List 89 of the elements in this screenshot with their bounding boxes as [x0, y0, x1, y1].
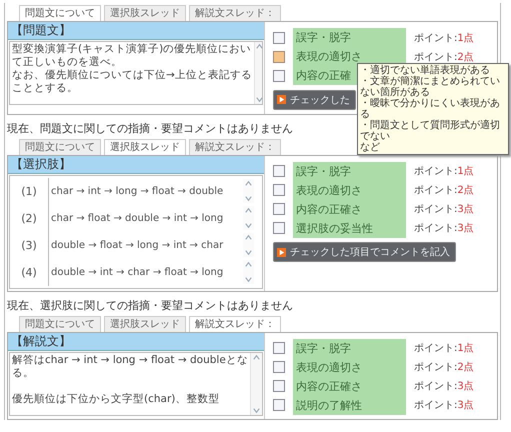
scrollbar[interactable] — [243, 233, 254, 257]
comment-button[interactable]: チェックした項目でコメントを記入 — [273, 242, 456, 262]
checkbox[interactable] — [273, 203, 285, 215]
check-label: 表現の適切さ — [293, 180, 406, 200]
choice-text: double → float → long → int → char — [51, 240, 224, 250]
points-value: 3点 — [457, 202, 474, 216]
choice-number: (3) — [20, 238, 38, 252]
text-line: こととする。 — [12, 82, 79, 95]
tab[interactable]: 解説文スレッド： — [189, 5, 281, 21]
checkbox[interactable] — [273, 165, 285, 177]
tab[interactable]: 選択肢スレッド — [104, 138, 186, 154]
text-line: なお、優先順位については下位→上位と表記する — [12, 69, 252, 82]
check-label: 誤字・脱字 — [293, 338, 406, 358]
check-label: 表現の適切さ — [293, 358, 406, 376]
comment-status: 現在、選択肢に関しての指摘・要望コメントはありません — [7, 298, 293, 312]
section-heading: 【解説文】 — [8, 332, 264, 350]
points-value: 1点 — [457, 342, 474, 355]
choice-text: char → int → long → float → double — [51, 186, 224, 196]
points-label: ポイント: — [414, 184, 458, 197]
choice-field[interactable]: double → float → long → int → char — [48, 232, 254, 258]
tab[interactable]: 問題文について — [19, 138, 101, 154]
text-area[interactable]: 型変換演算子(キャスト演算子)の優先順位におい て正しいものを選べ。 なお、優先順位については下位→上位と表記する こととする。 — [9, 41, 263, 105]
tooltip-line: ・問題文として質問形式が適切でない — [360, 120, 501, 142]
points-label: ポイント: — [414, 342, 458, 355]
checkbox[interactable] — [273, 361, 285, 373]
text-line: 解答はchar → int → long → float → doubleとな — [12, 354, 248, 366]
text-line: 型変換演算子(キャスト演算子)の優先順位におい — [12, 43, 252, 56]
section-heading: 【問題文】 — [8, 22, 264, 40]
points-value: 1点 — [457, 32, 474, 44]
checkbox[interactable] — [273, 50, 285, 62]
comment-button[interactable]: チェックした — [273, 90, 356, 110]
check-label: 説明の了解性 — [293, 396, 406, 414]
scrollbar[interactable] — [243, 179, 254, 203]
play-icon — [277, 248, 286, 256]
choice-text: double → int → char → float → long — [51, 266, 224, 278]
points-value: 2点 — [457, 50, 474, 64]
points-label: ポイント: — [414, 203, 458, 216]
text-line: 優先順位は下位から文字型(char)、整数型 — [12, 392, 220, 406]
points-label: ポイント: — [414, 50, 458, 64]
points-value: 3点 — [457, 380, 474, 393]
checkbox[interactable] — [273, 184, 285, 196]
check-label: 誤字・脱字 — [293, 162, 406, 180]
points-value: 2点 — [457, 360, 474, 374]
points-label: ポイント: — [414, 165, 458, 178]
scrollbar[interactable] — [254, 42, 262, 104]
check-label: 内容の正確さ — [293, 200, 406, 218]
points-label: ポイント: — [414, 380, 458, 393]
choice-field[interactable]: char → float → double → int → long — [48, 204, 254, 232]
tooltip-line: など — [360, 142, 381, 153]
choice-field[interactable]: double → int → char → float → long — [48, 258, 254, 286]
points-label: ポイント: — [414, 399, 458, 412]
tooltip-line: ・曖昧で分かりにくい表現がある — [360, 98, 501, 120]
checkbox[interactable] — [273, 380, 285, 392]
choice-number: (1) — [20, 184, 38, 198]
points-value: 3点 — [457, 222, 474, 235]
tab[interactable]: 問題文について — [19, 5, 101, 21]
check-label: 内容の正確さ — [293, 376, 406, 396]
points-label: ポイント: — [414, 361, 458, 374]
points-label: ポイント: — [414, 32, 458, 44]
points-value: 3点 — [457, 398, 474, 412]
checkbox[interactable] — [273, 399, 285, 411]
comment-status: 現在、問題文に関しての指摘・要望コメントはありません — [7, 122, 293, 136]
points-value: 1点 — [457, 164, 474, 178]
tab[interactable]: 選択肢スレッド — [104, 316, 186, 332]
tab[interactable]: 問題文について — [19, 316, 101, 332]
checkbox[interactable] — [273, 32, 285, 44]
section-heading: 【選択肢】 — [8, 156, 264, 174]
scrollbar[interactable] — [243, 260, 254, 284]
text-line: る。 — [12, 366, 35, 380]
text-area[interactable]: 解答はchar → int → long → float → doubleとな る。 優先順位は下位から文字型(char)、整数型 — [9, 352, 263, 416]
scrollbar[interactable] — [243, 206, 254, 230]
checkbox[interactable] — [273, 70, 285, 82]
checkbox[interactable] — [273, 222, 285, 234]
tab[interactable]: 選択肢スレッド — [104, 5, 186, 21]
play-icon — [277, 95, 286, 104]
scrollbar[interactable] — [250, 352, 262, 414]
choice-number: (2) — [20, 212, 38, 224]
check-label: 選択肢の妥当性 — [293, 218, 406, 238]
choice-number: (4) — [20, 266, 38, 278]
checkbox[interactable] — [273, 342, 285, 354]
tab[interactable]: 解説文スレッド： — [189, 138, 281, 154]
choice-field[interactable]: char → int → long → float → double — [48, 178, 254, 204]
points-label: ポイント: — [414, 222, 458, 235]
text-line: て正しいものを選べ。 — [12, 56, 123, 69]
choice-text: char → float → double → int → long — [51, 212, 224, 224]
tab[interactable]: 解説文スレッド： — [189, 316, 281, 332]
check-label: 誤字・脱字 — [293, 28, 406, 47]
check-label: 表現の適切さ — [293, 47, 406, 66]
points-value: 2点 — [457, 184, 474, 197]
